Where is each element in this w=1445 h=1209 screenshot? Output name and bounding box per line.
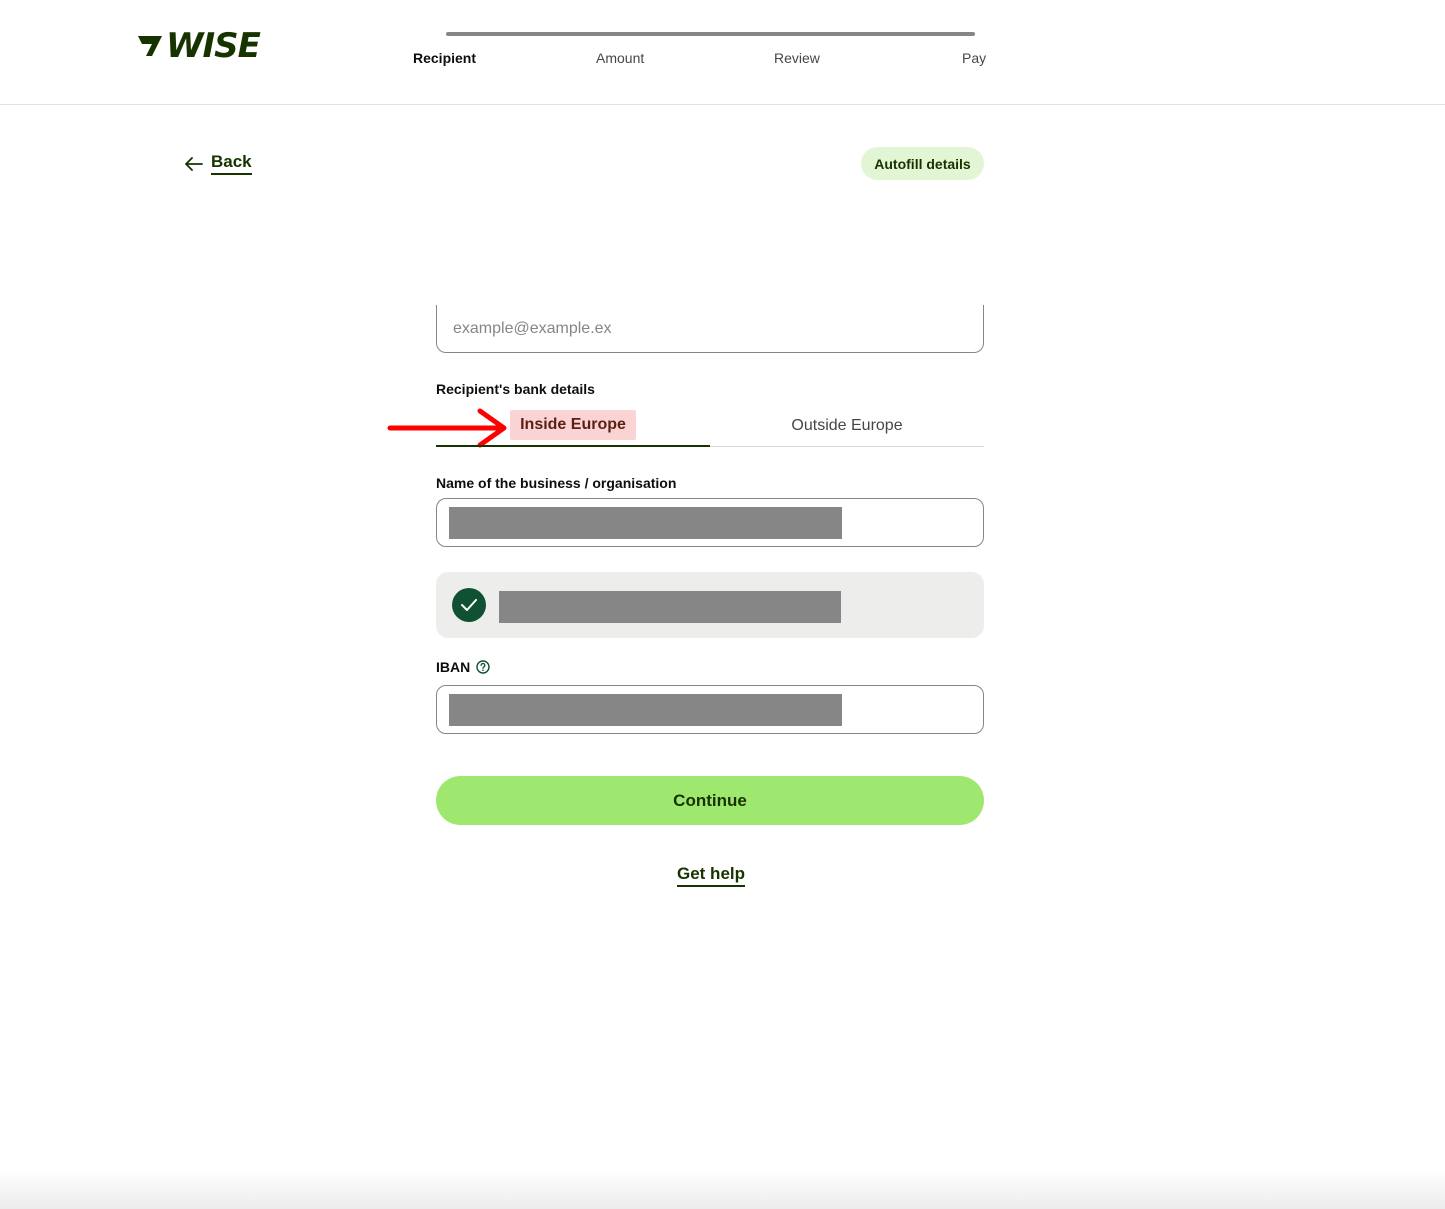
iban-label-row: IBAN — [436, 658, 490, 676]
verified-name-card — [436, 572, 984, 638]
bank-details-label: Recipient's bank details — [436, 381, 595, 397]
iban-label: IBAN — [436, 659, 471, 675]
get-help-link[interactable]: Get help — [677, 864, 746, 887]
back-label: Back — [211, 152, 252, 175]
progress-bar — [446, 32, 975, 36]
back-link[interactable]: Back — [185, 152, 252, 175]
step-review: Review — [774, 50, 820, 66]
step-pay: Pay — [962, 50, 987, 66]
check-circle-icon — [452, 588, 486, 622]
business-name-field[interactable] — [436, 498, 984, 547]
tab-outside-europe-label: Outside Europe — [791, 416, 903, 434]
autofill-details-button[interactable]: Autofill details — [861, 147, 984, 180]
iban-field[interactable] — [436, 685, 984, 734]
tab-outside-europe[interactable]: Outside Europe — [710, 405, 984, 446]
business-name-label: Name of the business / organisation — [436, 475, 677, 491]
wise-logo[interactable]: WISE — [136, 26, 261, 66]
bank-region-tabs: Inside Europe Outside Europe — [436, 405, 984, 447]
arrow-left-icon — [185, 156, 203, 171]
email-input[interactable] — [436, 305, 984, 353]
tab-inside-europe-label: Inside Europe — [510, 410, 636, 440]
redacted-value — [499, 591, 841, 623]
question-circle-icon[interactable] — [476, 660, 490, 674]
logo-text: WISE — [166, 26, 261, 66]
top-bar: WISE Recipient Amount Review Pay — [0, 0, 1445, 105]
redacted-value — [449, 694, 842, 726]
step-recipient: Recipient — [413, 50, 477, 66]
step-amount: Amount — [596, 50, 645, 66]
continue-button[interactable]: Continue — [436, 776, 984, 825]
redacted-value — [449, 507, 842, 539]
bottom-fade — [0, 1170, 1445, 1209]
tab-inside-europe[interactable]: Inside Europe — [436, 405, 710, 447]
wise-flag-icon — [138, 36, 162, 56]
